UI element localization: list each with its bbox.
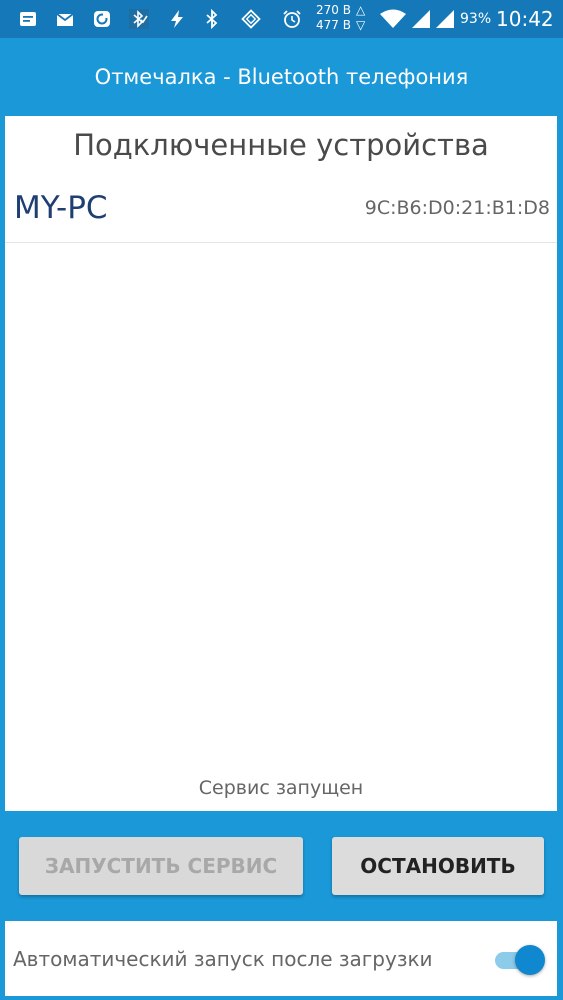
device-list-item[interactable]: MY-PC 9C:B6:D0:21:B1:D8: [5, 178, 557, 243]
wifi-icon: [379, 9, 407, 29]
rotate-icon: [241, 9, 261, 29]
upload-arrow-icon: △: [355, 3, 366, 17]
app-title: Отмечалка - Bluetooth телефония: [94, 65, 469, 89]
service-status: Сервис запущен: [198, 777, 364, 799]
device-address: 9C:B6:D0:21:B1:D8: [364, 197, 550, 219]
autostart-label: Автоматический запуск после загрузки: [13, 947, 433, 971]
flash-icon: [167, 9, 187, 29]
download-speed: 477 B: [316, 18, 351, 32]
bluetooth-icon: [202, 9, 222, 29]
device-name: MY-PC: [14, 190, 108, 226]
mail-icon: [55, 9, 75, 29]
devices-panel: Подключенные устройства MY-PC 9C:B6:D0:2…: [5, 116, 557, 811]
clock: 10:42: [496, 7, 554, 31]
battery-level: 93%: [460, 11, 492, 27]
notes-icon: [18, 9, 38, 29]
stop-service-button[interactable]: ОСТАНОВИТЬ: [332, 837, 544, 895]
signal-icon-2: [435, 9, 455, 29]
bluetooth-check-icon: [129, 9, 149, 29]
connected-devices-heading: Подключенные устройства: [73, 128, 489, 162]
toggle-thumb: [515, 945, 545, 975]
signal-icon: [411, 9, 431, 29]
autostart-row: Автоматический запуск после загрузки: [5, 921, 557, 996]
sync-icon: [92, 9, 112, 29]
alarm-icon: [282, 9, 302, 29]
status-bar: 270 B △ 477 B ▽ 93% 10:42: [0, 0, 563, 38]
autostart-toggle[interactable]: [495, 943, 547, 975]
start-service-button[interactable]: ЗАПУСТИТЬ СЕРВИС: [19, 837, 303, 895]
network-speed: 270 B △ 477 B ▽: [316, 3, 365, 33]
upload-speed: 270 B: [316, 3, 351, 17]
download-arrow-icon: ▽: [355, 18, 366, 32]
